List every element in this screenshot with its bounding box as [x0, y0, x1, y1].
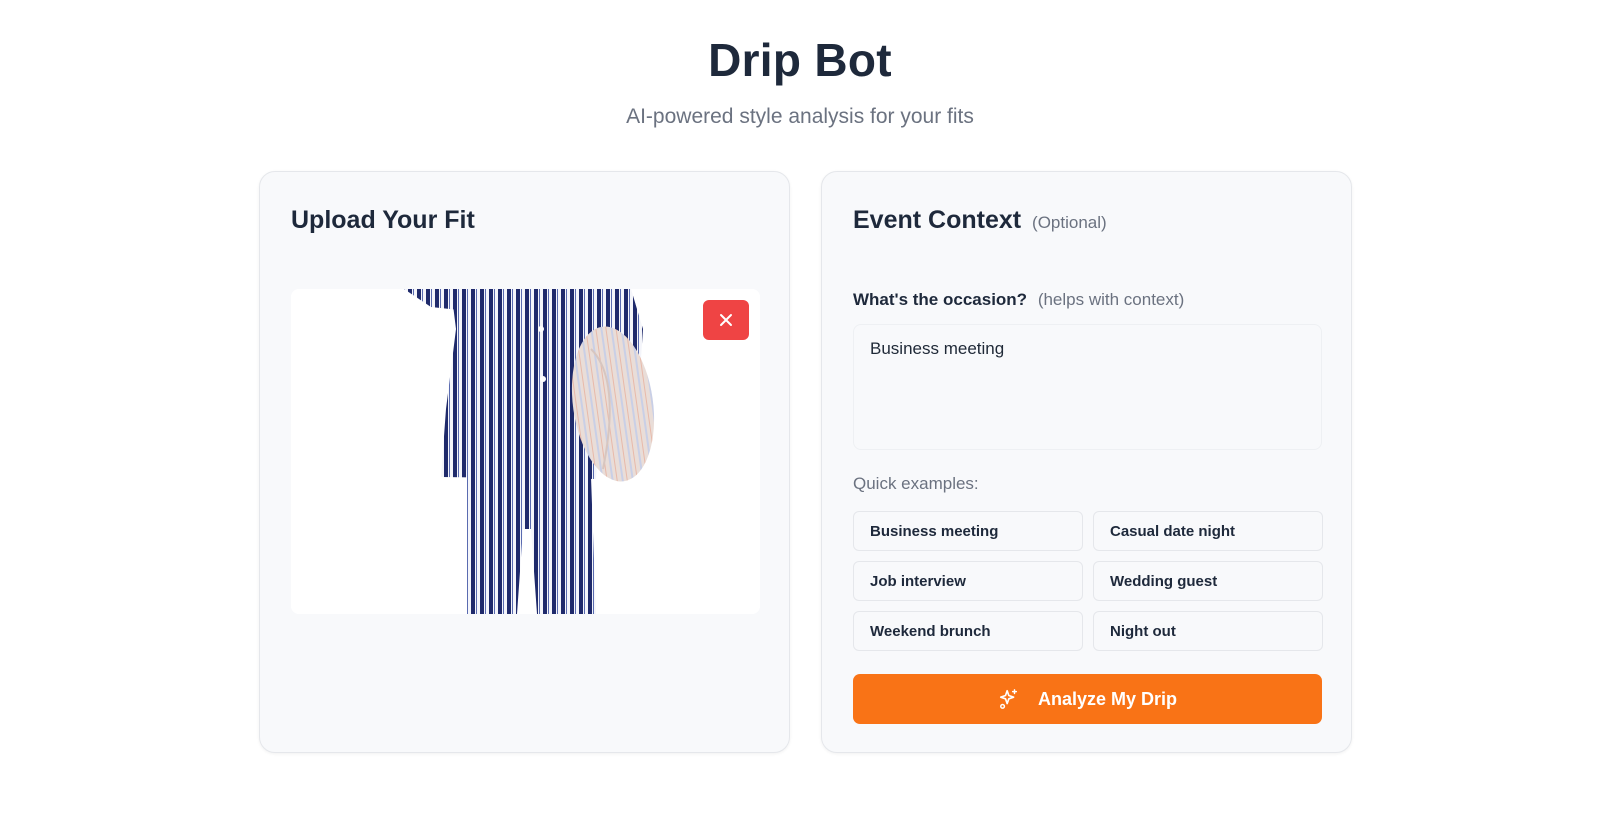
upload-card-title: Upload Your Fit [291, 206, 475, 234]
outfit-photo [291, 289, 760, 614]
uploaded-outfit-image [291, 289, 760, 614]
app-subtitle: AI-powered style analysis for your fits [626, 105, 974, 128]
analyze-button[interactable]: Analyze My Drip [853, 674, 1322, 724]
event-context-title-text: Event Context [853, 206, 1022, 234]
analyze-button-label: Analyze My Drip [1037, 688, 1178, 709]
optional-label: (Optional) [1032, 213, 1107, 232]
occasion-label: What's the occasion? (helps with context… [853, 290, 1184, 310]
example-chip-wedding-guest[interactable]: Wedding guest [1093, 561, 1323, 601]
app-title: Drip Bot [708, 34, 892, 86]
occasion-question: What's the occasion? [853, 290, 1028, 309]
upload-card: Upload Your Fit [259, 171, 790, 753]
remove-image-button[interactable] [703, 300, 749, 340]
example-chip-night-out[interactable]: Night out [1093, 611, 1323, 651]
main-panels: Upload Your Fit Event Context (Optional)… [259, 171, 1352, 753]
example-chip-casual-date-night[interactable]: Casual date night [1093, 511, 1323, 551]
close-icon [720, 314, 732, 326]
occasion-input[interactable] [853, 324, 1322, 450]
event-context-card: Event Context (Optional) What's the occa… [821, 171, 1352, 753]
example-chip-business-meeting[interactable]: Business meeting [853, 511, 1083, 551]
quick-examples-grid: Business meeting Casual date night Job i… [853, 511, 1323, 651]
example-chip-job-interview[interactable]: Job interview [853, 561, 1083, 601]
event-context-title: Event Context (Optional) [853, 206, 1107, 235]
occasion-hint: (helps with context) [1037, 290, 1185, 309]
example-chip-weekend-brunch[interactable]: Weekend brunch [853, 611, 1083, 651]
quick-examples-label: Quick examples: [853, 474, 979, 493]
page-header: Drip Bot AI-powered style analysis for y… [0, 0, 1600, 130]
sparkles-icon [999, 689, 1018, 709]
